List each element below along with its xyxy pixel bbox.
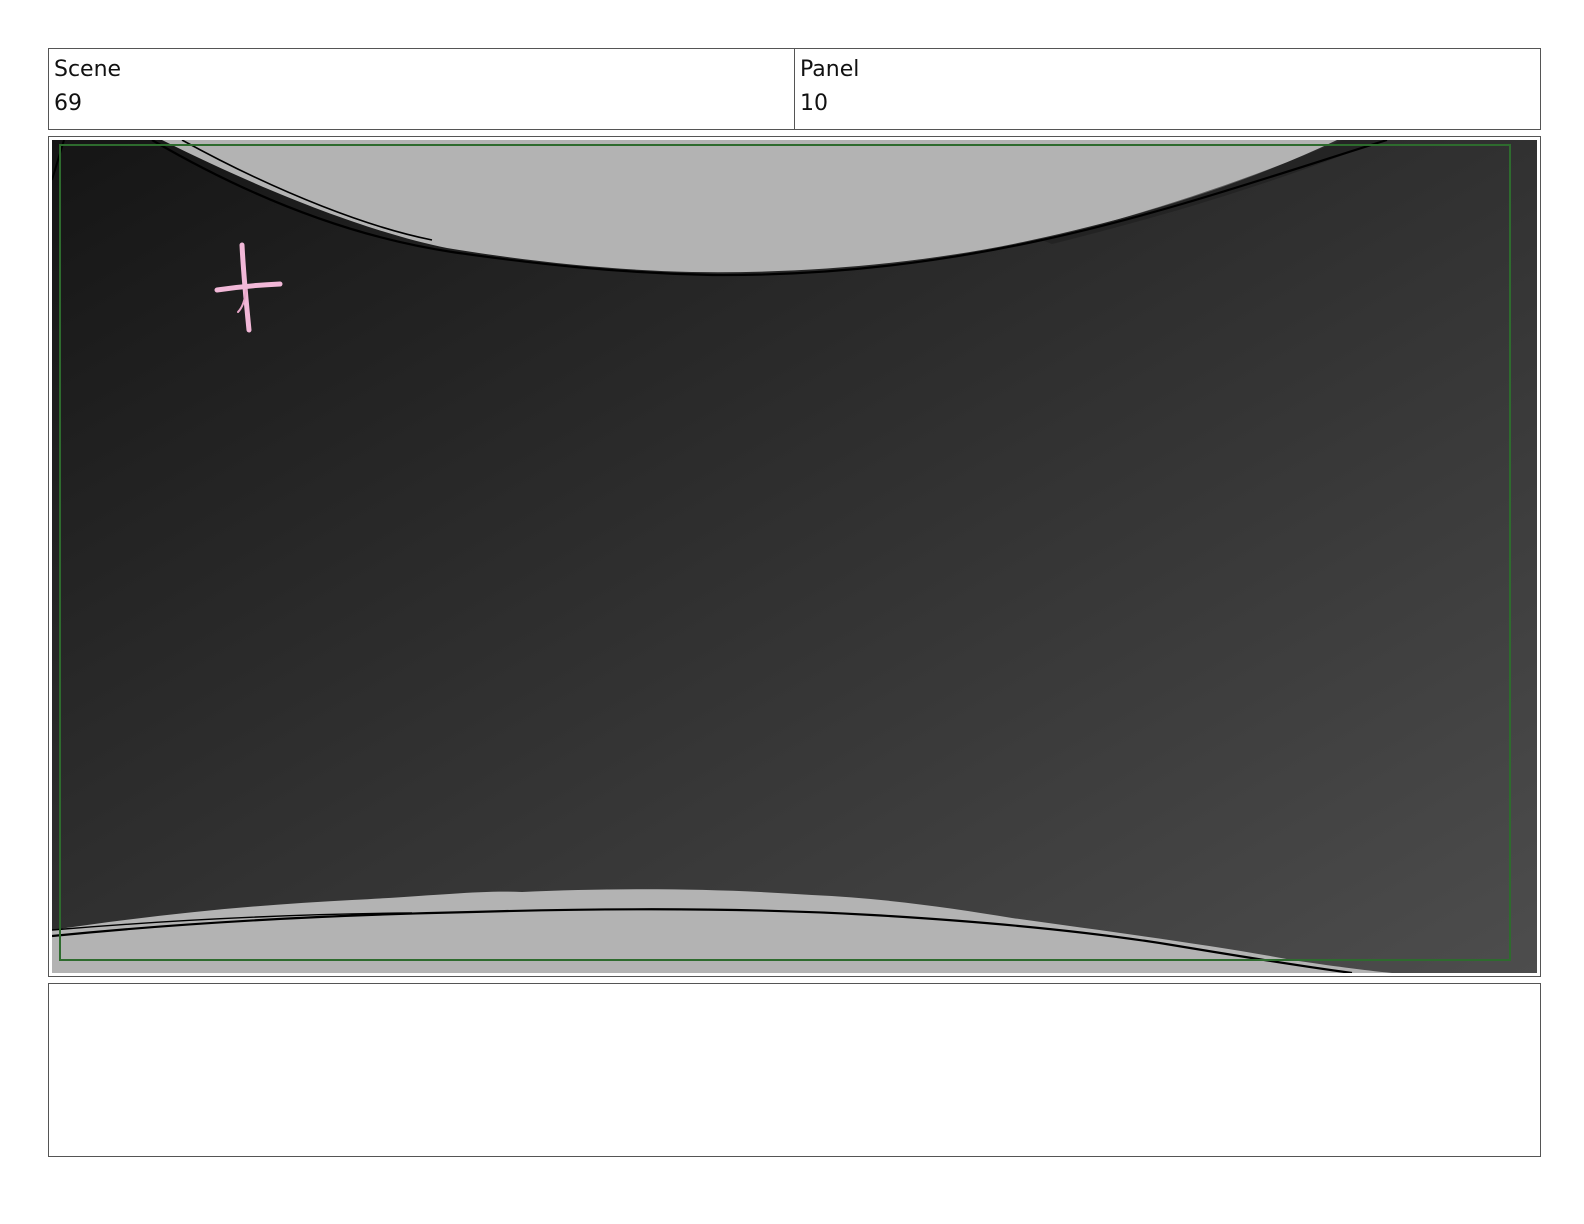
storyboard-panel[interactable] [48,136,1541,977]
scene-number[interactable]: 69 [54,89,789,119]
panel-label: Panel [800,57,860,82]
panel-number[interactable]: 10 [800,89,1535,119]
panel-header: Scene 69 Panel 10 [48,48,1541,130]
scene-cell: Scene 69 [49,49,794,129]
scene-label: Scene [54,57,122,82]
panel-cell: Panel 10 [794,49,1540,129]
panel-drawing [52,140,1537,973]
panel-notes[interactable] [48,983,1541,1157]
